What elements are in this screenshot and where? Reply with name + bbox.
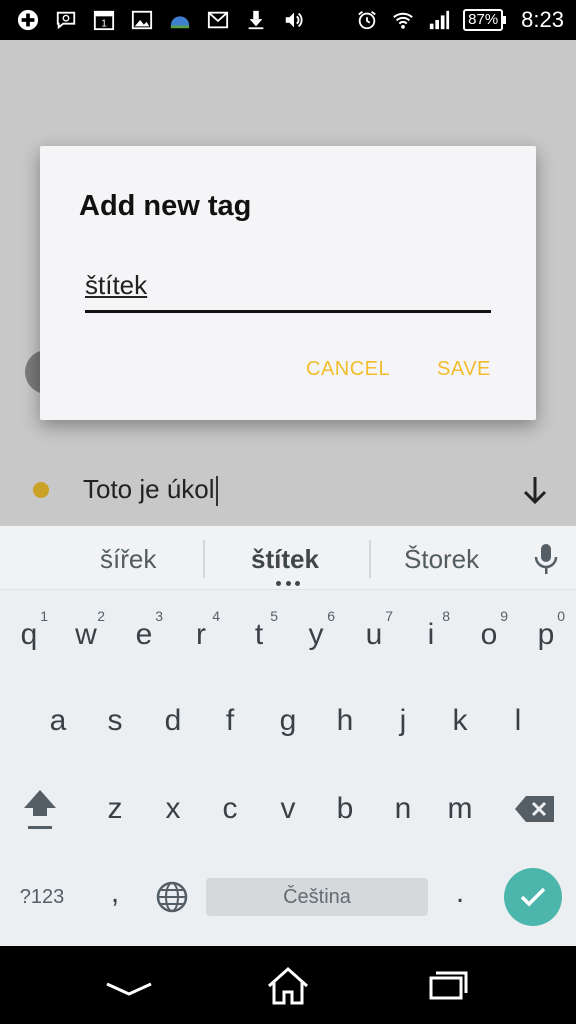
keyboard: q1 w2 e3 r4 t5 y6 u7 i8 o9 p0 a s d f g … <box>0 590 576 946</box>
chat-icon <box>54 9 78 31</box>
svg-text:1: 1 <box>101 18 107 29</box>
key-d[interactable]: d <box>148 686 198 756</box>
key-a[interactable]: a <box>33 686 83 756</box>
alarm-icon <box>355 9 379 31</box>
signal-icon <box>427 9 451 31</box>
home-icon[interactable] <box>263 966 313 1006</box>
key-v[interactable]: v <box>263 774 313 844</box>
gmail-icon <box>206 9 230 31</box>
key-k[interactable]: k <box>435 686 485 756</box>
enter-key[interactable] <box>504 868 562 926</box>
suggestion-divider <box>203 540 205 578</box>
key-l[interactable]: l <box>493 686 543 756</box>
volume-icon <box>282 9 306 31</box>
cancel-button[interactable]: CANCEL <box>306 358 390 381</box>
key-r[interactable]: r4 <box>176 600 226 670</box>
suggestion-bar: šířek štítek Štorek <box>0 526 576 590</box>
download-icon <box>244 9 268 31</box>
period-key[interactable]: . <box>435 858 485 928</box>
key-q[interactable]: q1 <box>4 600 54 670</box>
shift-key[interactable] <box>15 774 65 844</box>
symbols-key[interactable]: ?123 <box>17 862 67 932</box>
comma-key[interactable]: , <box>90 858 140 928</box>
backspace-key[interactable] <box>510 774 560 844</box>
space-key[interactable]: Čeština <box>206 878 428 916</box>
navigation-bar <box>0 946 576 1024</box>
arrow-down-icon[interactable] <box>520 474 550 506</box>
system-icons: 87% 8:23 <box>355 0 564 40</box>
key-g[interactable]: g <box>263 686 313 756</box>
add-icon <box>16 9 40 31</box>
more-suggestions-icon[interactable] <box>276 581 300 587</box>
suggestion-divider <box>369 540 371 578</box>
key-y[interactable]: y6 <box>291 600 341 670</box>
checkmark-icon <box>520 887 546 907</box>
calendar-icon: 1 <box>92 9 116 31</box>
image-icon <box>130 9 154 31</box>
key-c[interactable]: c <box>205 774 255 844</box>
suggestion-1[interactable]: šířek <box>100 544 156 575</box>
key-f[interactable]: f <box>205 686 255 756</box>
key-x[interactable]: x <box>148 774 198 844</box>
key-o[interactable]: o9 <box>464 600 514 670</box>
suggestion-3[interactable]: Štorek <box>404 544 479 575</box>
globe-icon <box>156 881 188 913</box>
key-u[interactable]: u7 <box>349 600 399 670</box>
language-key[interactable] <box>147 862 197 932</box>
key-w[interactable]: w2 <box>61 600 111 670</box>
key-t[interactable]: t5 <box>234 600 284 670</box>
add-tag-dialog: Add new tag CANCEL SAVE <box>40 146 536 420</box>
tag-name-input[interactable] <box>85 261 491 313</box>
key-j[interactable]: j <box>378 686 428 756</box>
key-m[interactable]: m <box>435 774 485 844</box>
key-s[interactable]: s <box>90 686 140 756</box>
save-button[interactable]: SAVE <box>437 358 491 381</box>
shift-icon <box>24 790 56 829</box>
key-e[interactable]: e3 <box>119 600 169 670</box>
weather-icon <box>168 9 192 31</box>
status-bar: 1 87% 8:23 <box>0 0 576 40</box>
task-color-dot <box>33 482 49 498</box>
microphone-icon[interactable] <box>533 542 559 576</box>
notification-icons: 1 <box>0 9 306 31</box>
suggestion-2[interactable]: štítek <box>251 544 319 575</box>
key-b[interactable]: b <box>320 774 370 844</box>
text-cursor <box>215 476 218 507</box>
wifi-icon <box>391 9 415 31</box>
dialog-title: Add new tag <box>79 190 252 222</box>
clock: 8:23 <box>521 7 564 32</box>
key-i[interactable]: i8 <box>406 600 456 670</box>
battery-indicator: 87% <box>463 9 507 31</box>
back-chevron-icon[interactable] <box>104 966 154 1006</box>
task-row[interactable]: Toto je úkol <box>0 460 576 520</box>
recent-apps-icon[interactable] <box>423 966 473 1006</box>
task-text[interactable]: Toto je úkol <box>83 474 218 507</box>
key-p[interactable]: p0 <box>521 600 571 670</box>
key-h[interactable]: h <box>320 686 370 756</box>
key-n[interactable]: n <box>378 774 428 844</box>
key-z[interactable]: z <box>90 774 140 844</box>
backspace-icon <box>515 796 554 822</box>
